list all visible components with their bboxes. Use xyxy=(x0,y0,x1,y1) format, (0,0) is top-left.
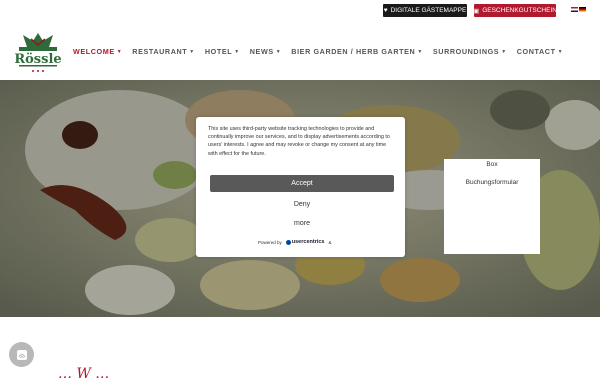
usercentrics-logo: usercentrics xyxy=(285,239,325,245)
nav-item-bier-garden[interactable]: BIER GARDEN / HERB GARTEN ▼ xyxy=(291,47,423,56)
nav-item-news[interactable]: NEWS ▼ xyxy=(250,47,282,56)
nav-item-hotel[interactable]: HOTEL ▼ xyxy=(205,47,240,56)
nav-item-label: BIER GARDEN / HERB GARTEN xyxy=(291,47,416,56)
deny-cookies-button[interactable]: Deny xyxy=(210,196,394,212)
chevron-down-icon: ▼ xyxy=(275,48,282,55)
cookie-consent-dialog: This site uses third-party website track… xyxy=(196,117,405,257)
usercentrics-dot-icon xyxy=(285,239,291,245)
nav-item-label: SURROUNDINGS xyxy=(432,47,500,56)
chevron-down-icon: ▼ xyxy=(234,48,240,55)
fingerprint-icon xyxy=(16,349,27,360)
digital-guest-folder-label: DIGITALE GÄSTEMAPPE xyxy=(390,7,467,14)
nav-item-welcome[interactable]: WELCOME ▼ xyxy=(73,47,122,56)
svg-text:Rössle: Rössle xyxy=(14,52,61,67)
main-navigation: WELCOME ▼ RESTAURANT ▼ HOTEL ▼ NEWS ▼ BIER G… xyxy=(73,47,573,56)
nav-item-label: HOTEL xyxy=(204,47,233,56)
powered-by-label: Powered by xyxy=(258,239,282,245)
logo-emblem-icon: Rössle xyxy=(14,33,62,72)
nav-item-label: WELCOME xyxy=(73,47,115,56)
brand-suffix: & xyxy=(328,239,332,245)
booking-form-link[interactable]: Buchungsformular xyxy=(444,179,540,186)
nav-item-label: NEWS xyxy=(249,47,274,56)
german-flag-icon[interactable] xyxy=(579,7,586,12)
accept-cookies-button[interactable]: Accept xyxy=(210,175,394,192)
chevron-down-icon: ▼ xyxy=(501,48,507,55)
nav-item-surroundings[interactable]: SURROUNDINGS ▼ xyxy=(433,47,507,56)
nav-item-restaurant[interactable]: RESTAURANT ▼ xyxy=(132,47,195,56)
chevron-down-icon: ▼ xyxy=(417,48,423,55)
english-flag-icon[interactable] xyxy=(571,7,578,12)
nav-item-label: RESTAURANT xyxy=(132,47,188,56)
digital-guest-folder-button[interactable]: ♥ DIGITALE GÄSTEMAPPE xyxy=(383,4,467,17)
more-options-button[interactable]: more xyxy=(210,215,394,231)
gift-icon: ▣ xyxy=(473,7,480,15)
booking-box: Box Buchungsformular xyxy=(444,159,540,254)
privacy-settings-button[interactable] xyxy=(9,342,34,367)
booking-box-title: Box xyxy=(486,161,498,168)
powered-by-usercentrics[interactable]: Powered by usercentrics & xyxy=(258,239,332,245)
nav-item-label: CONTACT xyxy=(516,47,556,56)
heart-icon: ♥ xyxy=(383,7,388,14)
chevron-down-icon: ▼ xyxy=(189,48,195,55)
chevron-down-icon: ▼ xyxy=(557,48,564,55)
gift-voucher-label: GESCHENKGUTSCHEIN xyxy=(482,7,557,14)
gift-voucher-button[interactable]: ▣ GESCHENKGUTSCHEIN xyxy=(473,4,557,17)
usercentrics-brand-label: usercentrics xyxy=(291,239,325,245)
cookie-consent-text: This site uses third-party website track… xyxy=(208,126,390,157)
nav-item-contact[interactable]: CONTACT ▼ xyxy=(517,47,563,56)
top-bar: ♥ DIGITALE GÄSTEMAPPE ▣ GESCHENKGUTSCHEI… xyxy=(0,0,600,25)
site-logo[interactable]: Rössle xyxy=(13,31,63,75)
section-heading-partial: … W … xyxy=(58,366,110,382)
chevron-down-icon: ▼ xyxy=(116,48,123,55)
